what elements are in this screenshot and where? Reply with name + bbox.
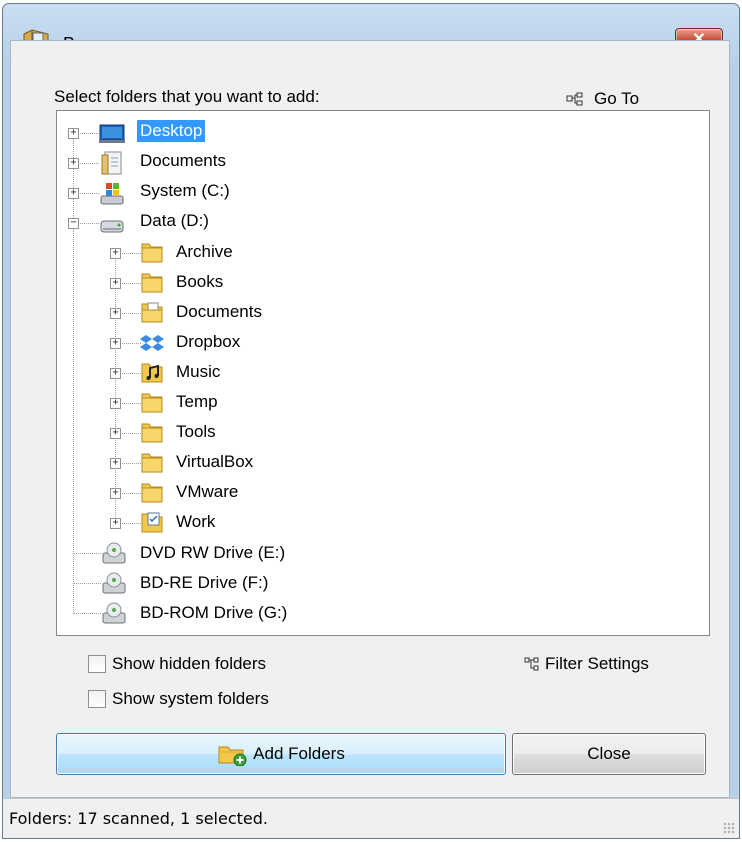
tree-node-child[interactable]: Archive xyxy=(173,241,236,263)
expand-documents[interactable]: + xyxy=(68,158,79,169)
goto-link[interactable]: Go To xyxy=(566,89,639,109)
documents-folder-icon xyxy=(141,302,163,323)
instruction-label: Select folders that you want to add: xyxy=(54,87,320,106)
desktop-icon xyxy=(99,124,125,143)
expand-child[interactable]: + xyxy=(110,338,121,349)
expand-child[interactable]: + xyxy=(110,458,121,469)
folder-tree[interactable]: + Desktop + Documents + System (C:) − Da… xyxy=(56,110,710,636)
work-folder-icon xyxy=(141,512,163,533)
optical-drive-icon xyxy=(102,602,126,624)
tree-node-child[interactable]: Dropbox xyxy=(173,331,243,353)
expand-child[interactable]: + xyxy=(110,368,121,379)
expand-child[interactable]: + xyxy=(110,398,121,409)
expand-child[interactable]: + xyxy=(110,308,121,319)
tree-node-child[interactable]: Books xyxy=(173,271,226,293)
dropbox-icon xyxy=(140,335,164,351)
add-folder-icon xyxy=(218,746,247,766)
show-system-checkbox[interactable] xyxy=(88,690,106,708)
add-folders-label: Add Folders xyxy=(253,744,345,763)
folder-icon xyxy=(141,423,163,443)
tree-node-desktop[interactable]: Desktop xyxy=(137,120,206,142)
expand-child[interactable]: + xyxy=(110,488,121,499)
tree-node-child[interactable]: Temp xyxy=(173,391,221,413)
tree-node-bd-re-f[interactable]: BD-RE Drive (F:) xyxy=(137,572,271,594)
close-button[interactable]: Close xyxy=(512,733,706,775)
folder-icon xyxy=(141,273,163,293)
filter-settings-link[interactable]: Filter Settings xyxy=(524,654,649,674)
optical-drive-icon xyxy=(102,572,126,594)
goto-icon xyxy=(566,92,583,106)
tree-node-child[interactable]: Tools xyxy=(173,421,219,443)
tree-node-child[interactable]: Music xyxy=(173,361,223,383)
tree-node-data-d[interactable]: Data (D:) xyxy=(137,210,212,232)
tree-node-system-c[interactable]: System (C:) xyxy=(137,180,233,202)
show-system-label: Show system folders xyxy=(112,689,269,708)
tree-node-bd-rom-g[interactable]: BD-ROM Drive (G:) xyxy=(137,602,290,624)
optical-drive-icon xyxy=(102,542,126,564)
folder-icon xyxy=(141,393,163,413)
filter-tree-icon xyxy=(524,657,539,671)
goto-label: Go To xyxy=(594,89,640,108)
tree-node-child[interactable]: VirtualBox xyxy=(173,451,256,473)
expand-child[interactable]: + xyxy=(110,248,121,259)
windows-drive-icon xyxy=(100,183,124,205)
tree-node-child[interactable]: Work xyxy=(173,511,218,533)
tree-node-documents[interactable]: Documents xyxy=(137,150,229,172)
music-folder-icon xyxy=(141,363,163,383)
add-folders-button[interactable]: Add Folders xyxy=(56,733,506,775)
show-hidden-checkbox[interactable] xyxy=(88,655,106,673)
expand-system[interactable]: + xyxy=(68,188,79,199)
show-hidden-label: Show hidden folders xyxy=(112,654,267,673)
show-hidden-row[interactable]: Show hidden folders xyxy=(88,654,266,674)
filter-settings-label: Filter Settings xyxy=(545,654,649,673)
tree-node-dvd-rw-e[interactable]: DVD RW Drive (E:) xyxy=(137,542,288,564)
hard-drive-icon xyxy=(100,220,124,233)
show-system-row[interactable]: Show system folders xyxy=(88,689,269,709)
folder-icon xyxy=(141,483,163,503)
close-label: Close xyxy=(587,744,631,763)
expand-child[interactable]: + xyxy=(110,518,121,529)
expand-child[interactable]: + xyxy=(110,428,121,439)
resize-grip[interactable] xyxy=(723,822,735,834)
collapse-data-d[interactable]: − xyxy=(68,218,79,229)
folder-icon xyxy=(141,453,163,473)
status-text: Folders: 17 scanned, 1 selected. xyxy=(9,809,268,828)
tree-node-child[interactable]: Documents xyxy=(173,301,265,323)
status-bar: Folders: 17 scanned, 1 selected. xyxy=(3,798,739,838)
expand-child[interactable]: + xyxy=(110,278,121,289)
folder-icon xyxy=(141,243,163,263)
expand-desktop[interactable]: + xyxy=(68,128,79,139)
tree-node-child[interactable]: VMware xyxy=(173,481,241,503)
documents-library-icon xyxy=(101,151,122,175)
